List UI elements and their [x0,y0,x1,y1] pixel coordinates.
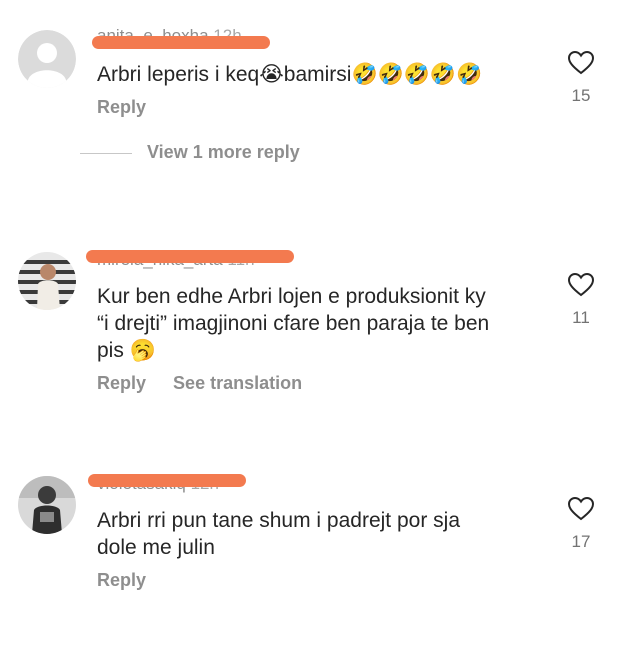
reply-button[interactable]: Reply [97,97,146,117]
comment-actions: Reply [97,570,168,591]
child-photo-avatar-icon[interactable] [18,252,76,310]
comment-text: Arbri leperis i keq😭bamirsi🤣🤣🤣🤣🤣 [97,63,483,86]
comment-text: Arbri rri pun tane shum i padrejt por sj… [97,509,460,559]
like-count: 11 [572,308,590,327]
see-translation-button[interactable]: See translation [173,373,302,393]
username-redaction [92,36,270,49]
reply-button[interactable]: Reply [97,373,146,393]
comment-actions: Reply [97,97,168,118]
default-avatar-icon[interactable] [18,30,76,88]
view-more-replies-button[interactable]: View 1 more reply [80,142,300,163]
like-count: 15 [571,86,591,105]
username-redaction [88,474,246,487]
woman-photo-avatar-icon[interactable] [18,476,76,534]
username-redaction [86,250,294,263]
heart-outline-icon[interactable] [568,497,594,521]
replies-divider-line [80,152,132,154]
comment-text: Kur ben edhe Arbri lojen e produksionit … [97,285,490,362]
reply-button[interactable]: Reply [97,570,146,590]
comment-actions: Reply See translation [97,373,324,394]
heart-outline-icon[interactable] [568,51,594,75]
like-count: 17 [571,532,591,551]
heart-outline-icon[interactable] [568,273,594,297]
